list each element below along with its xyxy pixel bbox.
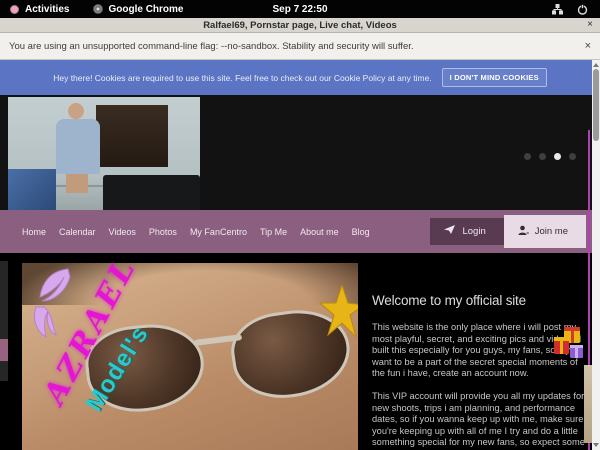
cookie-message: Hey there! Cookies are required to use t… (53, 73, 431, 83)
photo-couch-placeholder (103, 175, 200, 210)
nav-item-photos[interactable]: Photos (149, 227, 177, 237)
scrollbar-thumb[interactable] (593, 69, 599, 141)
nav-item-calendar[interactable]: Calendar (59, 227, 96, 237)
activities-indicator-icon (10, 5, 19, 14)
carousel-peek-strip (0, 261, 8, 381)
carousel-dot-2[interactable] (539, 153, 546, 160)
welcome-heading: Welcome to my official site (372, 293, 588, 308)
window-close-icon[interactable]: × (587, 18, 593, 33)
nav-menu: Home Calendar Videos Photos My FanCentro… (0, 227, 370, 237)
join-me-button[interactable]: Join me (504, 215, 586, 248)
carousel-dot-4[interactable] (569, 153, 576, 160)
carousel-dots (524, 153, 576, 160)
join-me-label: Join me (535, 226, 568, 237)
window-title: Ralfael69, Pornstar page, Live chat, Vid… (0, 20, 600, 31)
activities-label: Activities (25, 4, 69, 15)
nav-item-videos[interactable]: Videos (109, 227, 136, 237)
carousel-dot-1[interactable] (524, 153, 531, 160)
header-carousel (0, 95, 600, 210)
clock[interactable]: Sep 7 22:50 (0, 4, 600, 15)
system-top-bar: Activities Google Chrome Sep 7 22:50 (0, 0, 600, 18)
photo-curtain-placeholder (96, 105, 168, 167)
login-button[interactable]: Login (430, 218, 503, 245)
browser-title-bar: Ralfael69, Pornstar page, Live chat, Vid… (0, 18, 600, 33)
infobar-close-icon[interactable]: × (585, 40, 591, 52)
screen: Activities Google Chrome Sep 7 22:50 Ral… (0, 0, 600, 450)
nav-item-aboutme[interactable]: About me (300, 227, 339, 237)
profile-photo[interactable]: AZRAEL Model's (22, 263, 358, 450)
cookie-accept-button[interactable]: I DON'T MIND COOKIES (442, 68, 547, 87)
main-content: AZRAEL Model's Welcome to my official si… (0, 253, 600, 450)
chrome-infobar: You are using an unsupported command-lin… (0, 33, 600, 60)
photo-desk-placeholder (8, 169, 56, 210)
power-icon[interactable] (577, 4, 588, 15)
network-icon[interactable] (552, 4, 563, 15)
cookie-consent-bar: Hey there! Cookies are required to use t… (0, 60, 600, 95)
infobar-message: You are using an unsupported command-lin… (0, 41, 414, 52)
carousel-dot-3-active[interactable] (554, 153, 561, 160)
nav-item-home[interactable]: Home (22, 227, 46, 237)
join-person-icon (518, 225, 529, 239)
login-plane-icon (444, 225, 456, 238)
activities-button[interactable]: Activities (0, 4, 69, 15)
photo-person-shirt-placeholder (56, 119, 100, 174)
chrome-app-icon (93, 4, 103, 14)
login-label: Login (462, 226, 485, 237)
welcome-section: Welcome to my official site This website… (372, 293, 588, 450)
peek-accent (0, 339, 8, 361)
welcome-paragraph-2: This VIP account will provide you all my… (372, 391, 588, 450)
focused-app-menu[interactable]: Google Chrome (93, 4, 183, 15)
nav-item-blog[interactable]: Blog (352, 227, 370, 237)
nav-item-tipme[interactable]: Tip Me (260, 227, 287, 237)
page-viewport: Hey there! Cookies are required to use t… (0, 60, 600, 450)
gifts-tip-widget-icon[interactable] (552, 325, 590, 370)
scrollbar-up-arrow-icon[interactable] (593, 63, 599, 67)
header-photo[interactable] (8, 97, 200, 210)
photo-person-head-placeholder (68, 103, 84, 119)
gold-star-icon (320, 285, 358, 342)
nav-item-myfancentro[interactable]: My FanCentro (190, 227, 247, 237)
site-navbar: Home Calendar Videos Photos My FanCentro… (0, 210, 600, 253)
scrollbar-down-arrow-icon[interactable] (593, 443, 599, 447)
focused-app-label: Google Chrome (108, 4, 183, 15)
browser-scrollbar[interactable] (592, 60, 600, 450)
page-edge-image-strip (584, 365, 592, 443)
